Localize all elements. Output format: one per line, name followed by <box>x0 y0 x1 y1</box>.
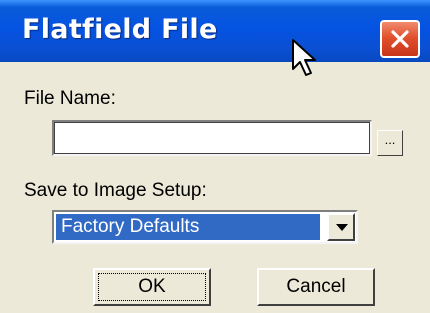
save-to-image-setup-label: Save to Image Setup: <box>24 180 207 201</box>
cancel-button[interactable]: Cancel <box>257 268 375 306</box>
chevron-down-icon <box>336 224 348 231</box>
file-name-label: File Name: <box>24 88 116 109</box>
browse-button[interactable]: ... <box>377 130 403 156</box>
close-icon <box>391 30 409 48</box>
image-setup-select[interactable]: Factory Defaults <box>52 210 358 244</box>
mouse-pointer-icon <box>292 39 316 76</box>
close-button[interactable] <box>380 20 420 58</box>
image-setup-selected-value[interactable]: Factory Defaults <box>56 214 320 240</box>
title-bar[interactable]: Flatfield File <box>0 0 430 62</box>
ok-button[interactable]: OK <box>93 268 211 306</box>
dialog-title: Flatfield File <box>22 14 218 45</box>
flatfield-file-dialog: Flatfield File File Name: ... Save to Im… <box>0 0 430 313</box>
file-name-input[interactable] <box>52 120 372 156</box>
dropdown-button[interactable] <box>327 213 355 241</box>
